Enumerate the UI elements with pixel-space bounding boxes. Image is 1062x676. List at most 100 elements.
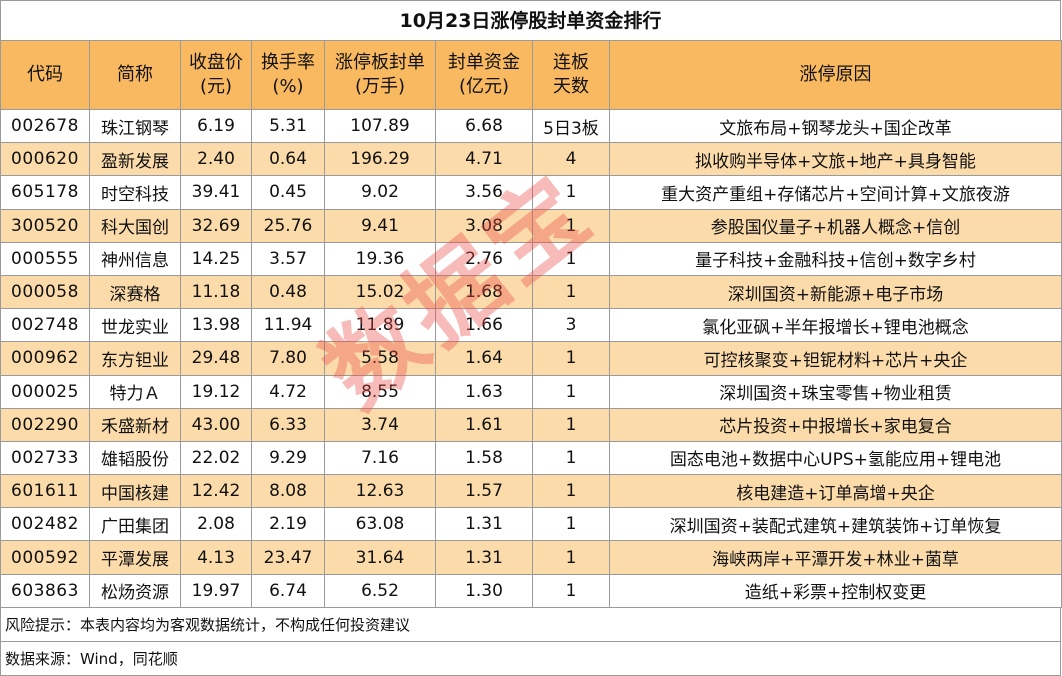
- cell-code: 601611: [0, 474, 90, 509]
- cell-turnover: 11.94: [251, 308, 325, 343]
- table-row: 000058 深赛格 11.18 0.48 15.02 1.68 1 深圳国资+新能源+电子市…: [0, 274, 1062, 310]
- table-row: 605178 时空科技 39.41 0.45 9.02 3.56 1 重大资产重组+存储芯片+…: [0, 175, 1062, 210]
- cell-code: 000025: [0, 374, 90, 409]
- cell-turnover: 7.80: [251, 341, 325, 376]
- cell-reason: 文旅布局+钢琴龙头+国企改革: [609, 108, 1062, 144]
- cell-consecutive-days: 4: [532, 142, 610, 177]
- cell-seal-volume: 8.55: [324, 374, 436, 409]
- cell-consecutive-days: 1: [532, 175, 610, 210]
- table-title: 10月23日涨停股封单资金排行: [0, 0, 1061, 40]
- cell-reason: 量子科技+金融科技+信创+数字乡村: [609, 241, 1062, 276]
- table-row: 000592 平潭发展 4.13 23.47 31.64 1.31 1 海峡两岸+平潭开发+林…: [0, 540, 1062, 575]
- cell-seal-funds: 2.76: [435, 241, 533, 276]
- cell-seal-funds: 1.68: [435, 274, 533, 310]
- cell-turnover: 0.48: [251, 274, 325, 310]
- cell-name: 盈新发展: [89, 142, 181, 177]
- cell-consecutive-days: 1: [532, 407, 610, 442]
- cell-seal-volume: 6.52: [324, 573, 436, 608]
- column-header: 收盘价 (元): [180, 40, 252, 110]
- cell-seal-funds: 1.57: [435, 474, 533, 509]
- cell-seal-volume: 5.58: [324, 341, 436, 376]
- cell-reason: 可控核聚变+钽铌材料+芯片+央企: [609, 341, 1062, 376]
- cell-code: 300520: [0, 208, 90, 243]
- cell-consecutive-days: 1: [532, 573, 610, 608]
- cell-seal-funds: 4.71: [435, 142, 533, 177]
- cell-seal-volume: 19.36: [324, 241, 436, 276]
- cell-consecutive-days: 1: [532, 208, 610, 243]
- cell-seal-volume: 9.02: [324, 175, 436, 210]
- table-body: 002678 珠江钢琴 6.19 5.31 107.89 6.68 5日3板 文旅布局+钢琴龙…: [0, 108, 1062, 608]
- cell-name: 时空科技: [89, 175, 181, 210]
- cell-seal-volume: 15.02: [324, 274, 436, 310]
- column-header: 代码: [0, 40, 90, 110]
- data-source: 数据来源：Wind，同花顺: [0, 641, 1061, 676]
- cell-consecutive-days: 5日3板: [532, 108, 610, 144]
- cell-reason: 芯片投资+中报增长+家电复合: [609, 407, 1062, 442]
- cell-turnover: 0.45: [251, 175, 325, 210]
- column-header: 涨停板封单 (万手): [324, 40, 436, 110]
- cell-reason: 海峡两岸+平潭开发+林业+菌草: [609, 540, 1062, 575]
- table-row: 002482 广田集团 2.08 2.19 63.08 1.31 1 深圳国资+装配式建筑+建…: [0, 507, 1062, 542]
- cell-close-price: 6.19: [180, 108, 252, 144]
- cell-reason: 固态电池+数据中心UPS+氢能应用+锂电池: [609, 440, 1062, 476]
- table-row: 002290 禾盛新材 43.00 6.33 3.74 1.61 1 芯片投资+中报增长+家电…: [0, 407, 1062, 442]
- cell-reason: 造纸+彩票+控制权变更: [609, 573, 1062, 608]
- cell-seal-volume: 63.08: [324, 507, 436, 542]
- cell-close-price: 14.25: [180, 241, 252, 276]
- cell-seal-funds: 1.61: [435, 407, 533, 442]
- table-row: 000555 神州信息 14.25 3.57 19.36 2.76 1 量子科技+金融科技+信…: [0, 241, 1062, 276]
- cell-code: 002748: [0, 308, 90, 343]
- cell-name: 禾盛新材: [89, 407, 181, 442]
- cell-close-price: 19.12: [180, 374, 252, 409]
- cell-seal-volume: 107.89: [324, 108, 436, 144]
- cell-consecutive-days: 1: [532, 440, 610, 476]
- cell-seal-funds: 3.56: [435, 175, 533, 210]
- table-row: 601611 中国核建 12.42 8.08 12.63 1.57 1 核电建造+订单高增+央…: [0, 474, 1062, 509]
- cell-code: 002290: [0, 407, 90, 442]
- cell-turnover: 23.47: [251, 540, 325, 575]
- cell-seal-funds: 1.31: [435, 507, 533, 542]
- table-row: 000620 盈新发展 2.40 0.64 196.29 4.71 4 拟收购半导体+文旅+地…: [0, 142, 1062, 177]
- table-container: 10月23日涨停股封单资金排行 代码 简称 收盘价 (元) 换手率 (%) 涨停板封单 (万手…: [0, 0, 1062, 676]
- cell-name: 珠江钢琴: [89, 108, 181, 144]
- table-header: 代码 简称 收盘价 (元) 换手率 (%) 涨停板封单 (万手) 封单资金 (亿元) 连板 天数 涨停原…: [0, 40, 1062, 110]
- cell-close-price: 11.18: [180, 274, 252, 310]
- table-row: 300520 科大国创 32.69 25.76 9.41 3.08 1 参股国仪量子+机器人概…: [0, 208, 1062, 243]
- cell-code: 000555: [0, 241, 90, 276]
- cell-code: 603863: [0, 573, 90, 608]
- cell-seal-volume: 9.41: [324, 208, 436, 243]
- cell-code: 000962: [0, 341, 90, 376]
- cell-seal-volume: 3.74: [324, 407, 436, 442]
- cell-seal-funds: 3.08: [435, 208, 533, 243]
- cell-turnover: 6.74: [251, 573, 325, 608]
- cell-close-price: 43.00: [180, 407, 252, 442]
- cell-consecutive-days: 1: [532, 374, 610, 409]
- column-header: 封单资金 (亿元): [435, 40, 533, 110]
- cell-name: 世龙实业: [89, 308, 181, 343]
- cell-seal-volume: 11.89: [324, 308, 436, 343]
- cell-reason: 深圳国资+装配式建筑+建筑装饰+订单恢复: [609, 507, 1062, 542]
- cell-turnover: 8.08: [251, 474, 325, 509]
- table-row: 000025 特力Ａ 19.12 4.72 8.55 1.63 1 深圳国资+珠宝零售+物业租…: [0, 374, 1062, 409]
- cell-reason: 参股国仪量子+机器人概念+信创: [609, 208, 1062, 243]
- table-row: 002678 珠江钢琴 6.19 5.31 107.89 6.68 5日3板 文旅布局+钢琴龙…: [0, 108, 1062, 144]
- cell-consecutive-days: 1: [532, 540, 610, 575]
- limit-up-table: 代码 简称 收盘价 (元) 换手率 (%) 涨停板封单 (万手) 封单资金 (亿元) 连板 天数 涨停原…: [0, 40, 1062, 608]
- cell-consecutive-days: 1: [532, 341, 610, 376]
- cell-close-price: 2.40: [180, 142, 252, 177]
- cell-reason: 核电建造+订单高增+央企: [609, 474, 1062, 509]
- cell-code: 000592: [0, 540, 90, 575]
- cell-name: 东方钽业: [89, 341, 181, 376]
- cell-seal-funds: 1.63: [435, 374, 533, 409]
- cell-reason: 重大资产重组+存储芯片+空间计算+文旅夜游: [609, 175, 1062, 210]
- cell-turnover: 2.19: [251, 507, 325, 542]
- cell-name: 平潭发展: [89, 540, 181, 575]
- cell-turnover: 9.29: [251, 440, 325, 476]
- cell-turnover: 5.31: [251, 108, 325, 144]
- cell-name: 松炀资源: [89, 573, 181, 608]
- cell-seal-funds: 6.68: [435, 108, 533, 144]
- cell-name: 深赛格: [89, 274, 181, 310]
- cell-seal-funds: 1.66: [435, 308, 533, 343]
- cell-reason: 深圳国资+新能源+电子市场: [609, 274, 1062, 310]
- table-row: 002748 世龙实业 13.98 11.94 11.89 1.66 3 氯化亚砜+半年报增长…: [0, 308, 1062, 343]
